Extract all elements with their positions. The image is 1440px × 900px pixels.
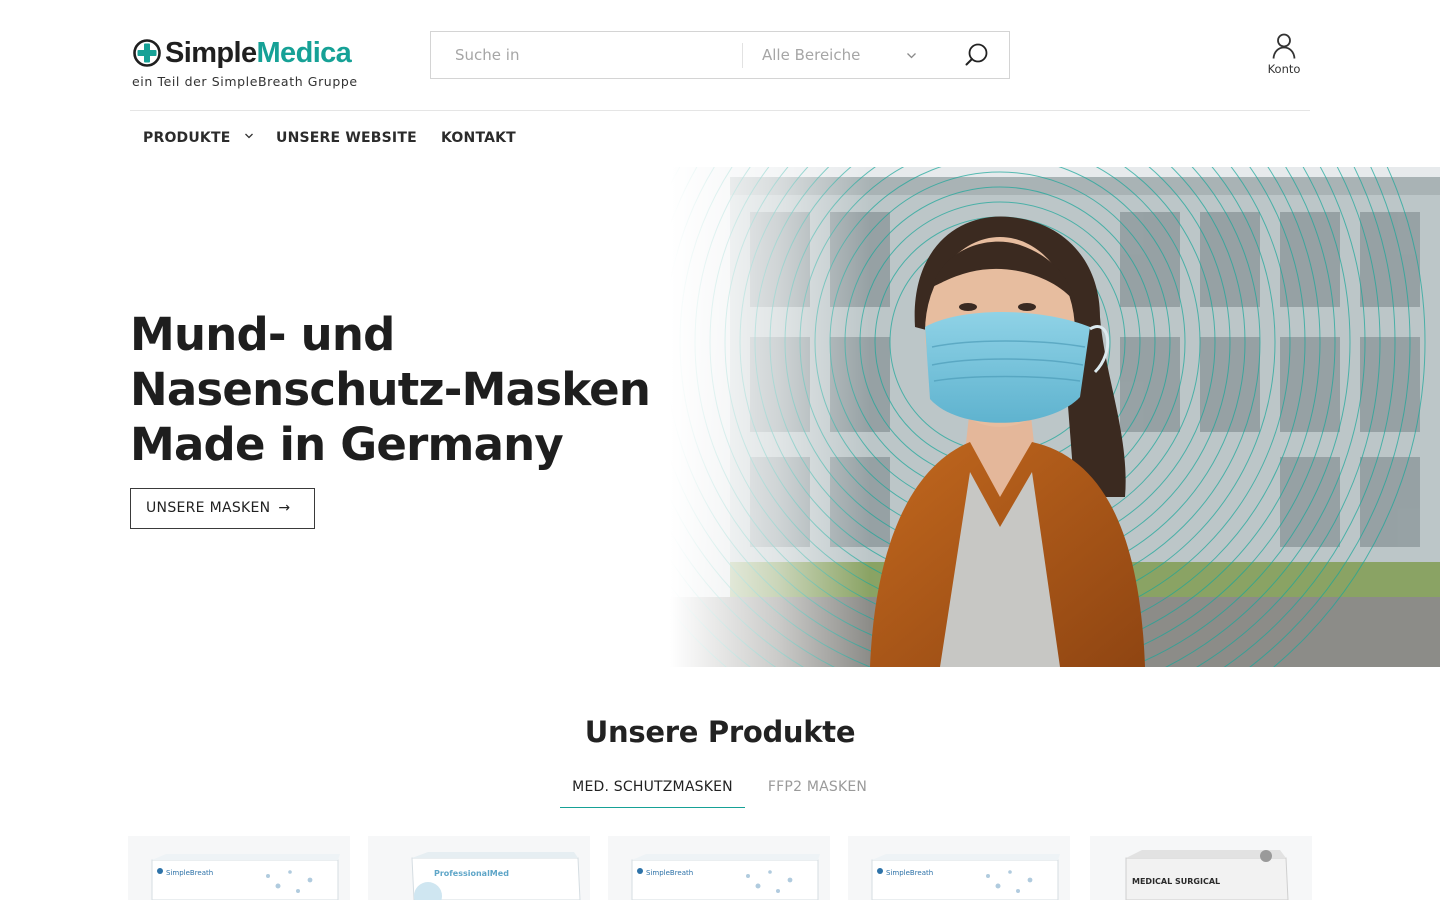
chevron-down-icon bbox=[907, 53, 916, 59]
nav-item-unsere-website[interactable]: UNSERE WEBSITE bbox=[276, 111, 417, 165]
product-card[interactable]: SimpleBreath bbox=[128, 836, 350, 900]
product-card[interactable]: ProfessionalMed bbox=[368, 836, 590, 900]
arrow-right-icon: → bbox=[278, 500, 291, 516]
brand-tagline: ein Teil der SimpleBreath Gruppe bbox=[132, 74, 358, 89]
product-image: SimpleBreath bbox=[871, 854, 1060, 900]
tab-med-schutzmasken[interactable]: MED. SCHUTZMASKEN bbox=[560, 767, 745, 808]
product-card[interactable]: SimpleBreath bbox=[608, 836, 830, 900]
product-image: MEDICAL SURGICAL bbox=[1125, 850, 1289, 900]
hero-cta-button[interactable]: UNSERE MASKEN → bbox=[130, 488, 315, 529]
product-card[interactable]: MEDICAL SURGICAL bbox=[1090, 836, 1312, 900]
product-tabs: MED. SCHUTZMASKEN FFP2 MASKEN bbox=[560, 767, 880, 809]
account-link[interactable]: Konto bbox=[1258, 32, 1310, 82]
chevron-down-icon bbox=[244, 133, 253, 139]
hero-cta-label: UNSERE MASKEN bbox=[146, 500, 271, 516]
search-category-select[interactable]: Alle Bereiche bbox=[743, 32, 928, 78]
brand-name-part1: Simple bbox=[165, 37, 257, 69]
plus-circle-icon bbox=[133, 39, 161, 67]
product-box-brand: SimpleBreath bbox=[646, 869, 693, 877]
hero-banner: Mund- und Nasenschutz-Masken Made in Ger… bbox=[0, 167, 1440, 667]
nav-item-label: KONTAKT bbox=[441, 130, 516, 146]
product-box-brand: MEDICAL SURGICAL bbox=[1132, 877, 1220, 886]
account-label: Konto bbox=[1267, 62, 1301, 76]
brand-logo[interactable]: SimpleMedica ein Teil der SimpleBreath G… bbox=[132, 36, 362, 92]
hero-photo-illustration bbox=[670, 167, 1440, 667]
products-heading: Unsere Produkte bbox=[584, 715, 856, 749]
product-grid: SimpleBreath ProfessionalMed SimpleBreat… bbox=[128, 836, 1312, 900]
nav-item-produkte[interactable]: PRODUKTE bbox=[143, 111, 254, 165]
hero-title-line: Nasenschutz-Masken bbox=[130, 363, 651, 416]
product-box-brand: ProfessionalMed bbox=[434, 869, 509, 878]
nav-item-kontakt[interactable]: KONTAKT bbox=[441, 111, 516, 165]
product-box-brand: SimpleBreath bbox=[166, 869, 213, 877]
hero-title-line: Mund- und bbox=[130, 308, 395, 361]
nav-item-label: PRODUKTE bbox=[143, 130, 231, 146]
search-icon bbox=[965, 43, 988, 66]
product-image: SimpleBreath bbox=[631, 854, 820, 900]
brand-wordmark: SimpleMedica bbox=[165, 36, 352, 70]
search-bar: Alle Bereiche bbox=[430, 31, 1010, 79]
hero-photo bbox=[670, 167, 1440, 667]
search-category-value: Alle Bereiche bbox=[762, 46, 861, 64]
hero-title: Mund- und Nasenschutz-Masken Made in Ger… bbox=[130, 307, 670, 472]
product-card[interactable]: SimpleBreath bbox=[848, 836, 1070, 900]
hero-title-line: Made in Germany bbox=[130, 418, 564, 471]
site-header: SimpleMedica ein Teil der SimpleBreath G… bbox=[0, 0, 1440, 111]
brand-name-part2: Medica bbox=[256, 37, 352, 69]
nav-item-label: UNSERE WEBSITE bbox=[276, 130, 417, 146]
product-box-brand: SimpleBreath bbox=[886, 869, 933, 877]
search-input[interactable] bbox=[431, 32, 741, 78]
product-image: ProfessionalMed bbox=[411, 852, 581, 900]
user-icon bbox=[1272, 33, 1296, 59]
search-submit-button[interactable] bbox=[951, 39, 1001, 71]
tab-ffp2-masken[interactable]: FFP2 MASKEN bbox=[760, 767, 875, 808]
product-image: SimpleBreath bbox=[151, 854, 340, 900]
